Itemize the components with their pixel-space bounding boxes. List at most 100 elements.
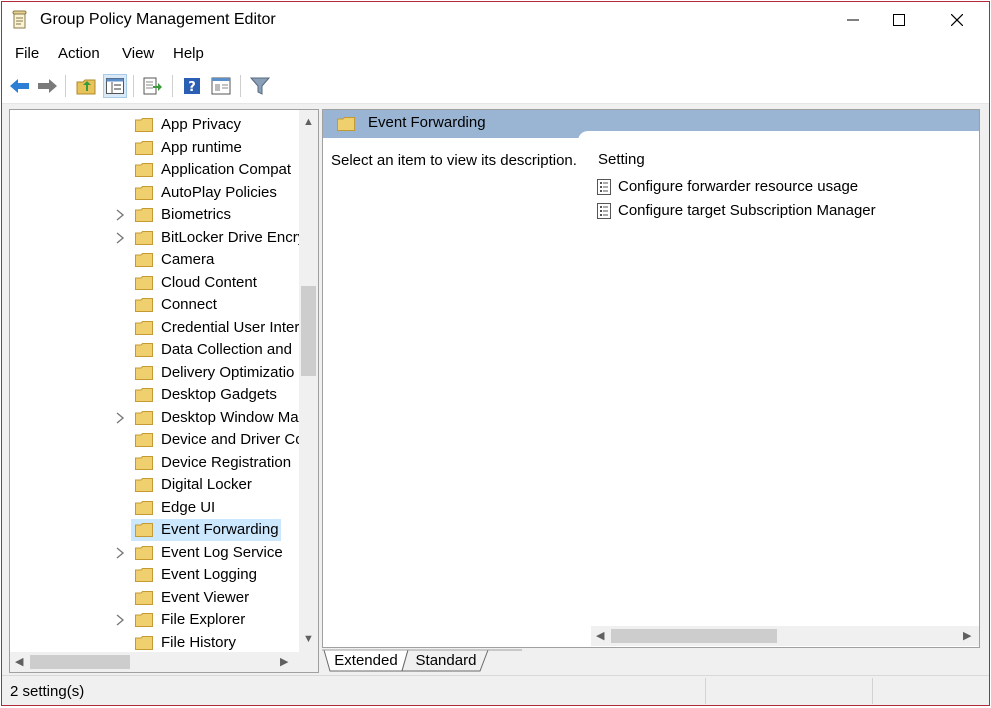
show-hide-tree-button[interactable] <box>103 74 127 98</box>
tree-item[interactable]: Digital Locker <box>10 474 300 496</box>
toolbar: ? <box>2 68 989 104</box>
folder-icon <box>135 388 153 402</box>
export-list-icon <box>143 77 162 95</box>
back-button[interactable] <box>8 74 32 98</box>
forward-arrow-icon <box>38 79 57 93</box>
tree-item-label: Biometrics <box>161 206 232 223</box>
folder-icon <box>135 298 153 312</box>
tree-item[interactable]: Cloud Content <box>10 272 300 294</box>
folder-icon <box>135 568 153 582</box>
help-button[interactable]: ? <box>180 74 204 98</box>
toolbar-separator <box>65 75 66 97</box>
tree-item[interactable]: Desktop Gadgets <box>10 384 300 406</box>
folder-icon <box>135 523 153 537</box>
folder-icon <box>135 433 153 447</box>
tree-item[interactable]: BitLocker Drive Encry <box>10 227 305 249</box>
chevron-right-icon[interactable] <box>114 411 126 425</box>
tree-item[interactable]: Connect <box>10 294 300 316</box>
tree-pane[interactable]: File History File Explorer Event Viewer Eve… <box>9 109 319 673</box>
scroll-left-icon[interactable]: ◀ <box>596 629 604 642</box>
close-button[interactable] <box>934 2 980 38</box>
scrollbar-corner <box>299 652 318 672</box>
chevron-right-icon[interactable] <box>114 208 126 222</box>
description-text: Select an item to view its description. <box>331 152 577 169</box>
filter-button[interactable] <box>248 74 272 98</box>
tree-vertical-scroll-thumb[interactable] <box>301 286 316 376</box>
tree-item[interactable]: App Privacy <box>10 114 300 136</box>
tree-item-label: AutoPlay Policies <box>161 183 277 201</box>
tree-item-label: Event Log Service <box>161 543 283 561</box>
tree-item-label: Device Registration <box>161 453 292 471</box>
tree-vertical-scrollbar[interactable]: ▲ ▼ <box>299 110 318 652</box>
up-folder-button[interactable] <box>74 74 98 98</box>
details-pane: Event Forwarding Select an item to view … <box>322 109 980 648</box>
properties-button[interactable] <box>209 74 233 98</box>
tree-item[interactable]: Credential User Inter <box>10 317 300 339</box>
tab-extended[interactable]: Extended <box>330 649 402 673</box>
details-horizontal-scrollbar[interactable]: ◀ ▶ <box>591 626 979 646</box>
status-text: 2 setting(s) <box>10 683 85 700</box>
menu-action[interactable]: Action <box>58 45 100 62</box>
tree-item-label: Delivery Optimizatio <box>161 363 295 381</box>
tree-item-label: Connect <box>161 296 217 313</box>
folder-icon <box>135 545 153 560</box>
tree-horizontal-scroll-thumb[interactable] <box>30 655 130 669</box>
folder-icon <box>135 140 153 155</box>
tree-item[interactable]: Edge UI <box>10 497 300 519</box>
tree-item[interactable]: Delivery Optimizatio <box>10 362 300 384</box>
back-arrow-icon <box>10 79 29 93</box>
folder-icon <box>135 275 153 290</box>
chevron-right-icon[interactable] <box>114 546 126 560</box>
menu-help[interactable]: Help <box>173 45 204 62</box>
menu-bar: File Action View Help <box>2 38 989 68</box>
up-folder-icon <box>76 79 96 95</box>
chevron-right-icon[interactable] <box>114 613 126 627</box>
folder-icon <box>135 163 153 177</box>
view-tabs: Extended Standard <box>322 649 980 673</box>
tree-item-label: Camera <box>161 251 215 268</box>
minimize-button[interactable] <box>830 2 876 38</box>
app-window: Group Policy Management Editor File Acti… <box>1 1 990 706</box>
scroll-right-icon[interactable]: ▶ <box>280 655 288 668</box>
tree-item-label: App runtime <box>161 138 242 156</box>
tree-item[interactable]: Event Logging <box>10 564 300 586</box>
chevron-right-icon[interactable] <box>114 231 126 245</box>
details-horizontal-scroll-thumb[interactable] <box>611 629 777 643</box>
export-list-button[interactable] <box>141 74 165 98</box>
folder-icon <box>135 343 153 357</box>
setting-label: Configure forwarder resource usage <box>618 178 859 195</box>
status-divider <box>705 678 706 704</box>
maximize-button[interactable] <box>876 2 922 38</box>
scroll-down-icon[interactable]: ▼ <box>303 633 314 645</box>
tree-item[interactable]: AutoPlay Policies <box>10 182 300 204</box>
tree-item[interactable]: Event Log Service <box>10 542 300 564</box>
scroll-right-icon[interactable]: ▶ <box>963 629 971 642</box>
tree-item[interactable]: Application Compat <box>10 159 300 181</box>
folder-icon <box>135 185 153 200</box>
tree-item[interactable]: App runtime <box>10 137 300 159</box>
tree-item[interactable]: Device Registration <box>10 452 300 474</box>
tree-item-label: File Explorer <box>161 611 246 628</box>
tree-item[interactable]: Device and Driver Co <box>10 429 304 451</box>
scroll-up-icon[interactable]: ▲ <box>303 116 314 128</box>
tree-item[interactable]: Camera <box>10 249 300 271</box>
tree-horizontal-scrollbar[interactable]: ◀ ▶ <box>10 652 301 672</box>
tree-item[interactable]: Event Viewer <box>10 587 300 609</box>
folder-icon <box>135 478 153 492</box>
tree-item[interactable]: Biometrics <box>10 204 300 226</box>
help-icon: ? <box>184 78 200 95</box>
scroll-left-icon[interactable]: ◀ <box>15 655 23 668</box>
tree-item[interactable]: Desktop Window Ma <box>10 407 300 429</box>
tree-item[interactable]: File Explorer <box>10 609 300 631</box>
tree-item[interactable]: Event Forwarding <box>10 519 300 541</box>
tree-item[interactable]: Data Collection and <box>10 339 300 361</box>
menu-view[interactable]: View <box>122 45 154 62</box>
forward-button[interactable] <box>35 74 59 98</box>
tree-item-label: Credential User Inter <box>161 318 300 336</box>
menu-file[interactable]: File <box>15 45 39 62</box>
tree-item[interactable]: File History <box>10 632 300 654</box>
tree-item-label: Event Forwarding <box>161 521 279 538</box>
svg-text:?: ? <box>188 80 196 95</box>
setting-column-header[interactable]: Setting <box>598 151 645 168</box>
tab-standard[interactable]: Standard <box>408 649 484 673</box>
